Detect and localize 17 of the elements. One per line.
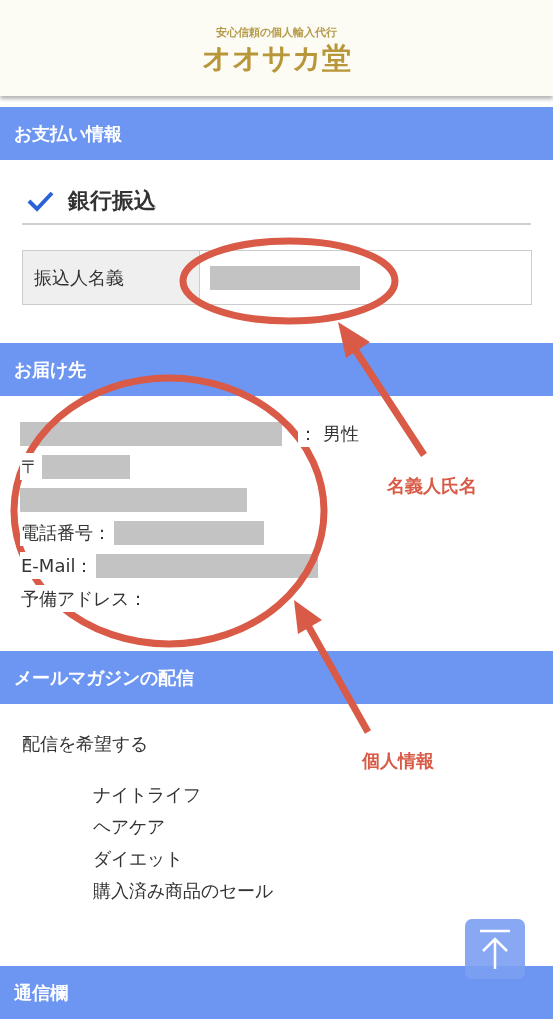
tagline: 安心信頼の個人輸入代行 [216, 26, 337, 40]
choice-text: 配信を希望する [22, 733, 148, 754]
category-item: ナイトライフ [93, 783, 202, 807]
field-label: 振込人名義 [23, 251, 200, 304]
annotation-label: 個人情報 [362, 749, 434, 773]
arrow-up-icon [478, 929, 512, 969]
back-to-top-button[interactable] [465, 919, 525, 979]
section-header: お届け先 [0, 343, 553, 396]
payment-method: 銀行振込 [68, 187, 156, 215]
annotation-label: 名義人氏名 [387, 474, 477, 498]
payer-name-field[interactable]: 振込人名義 [22, 250, 532, 305]
category-item: 購入済み商品のセール [93, 879, 274, 903]
section-header: お支払い情報 [0, 107, 553, 160]
section-header: 通信欄 [0, 966, 553, 1019]
category-item: ダイエット [93, 847, 184, 871]
category-item: ヘアケア [93, 815, 166, 839]
section-header: メールマガジンの配信 [0, 651, 553, 704]
